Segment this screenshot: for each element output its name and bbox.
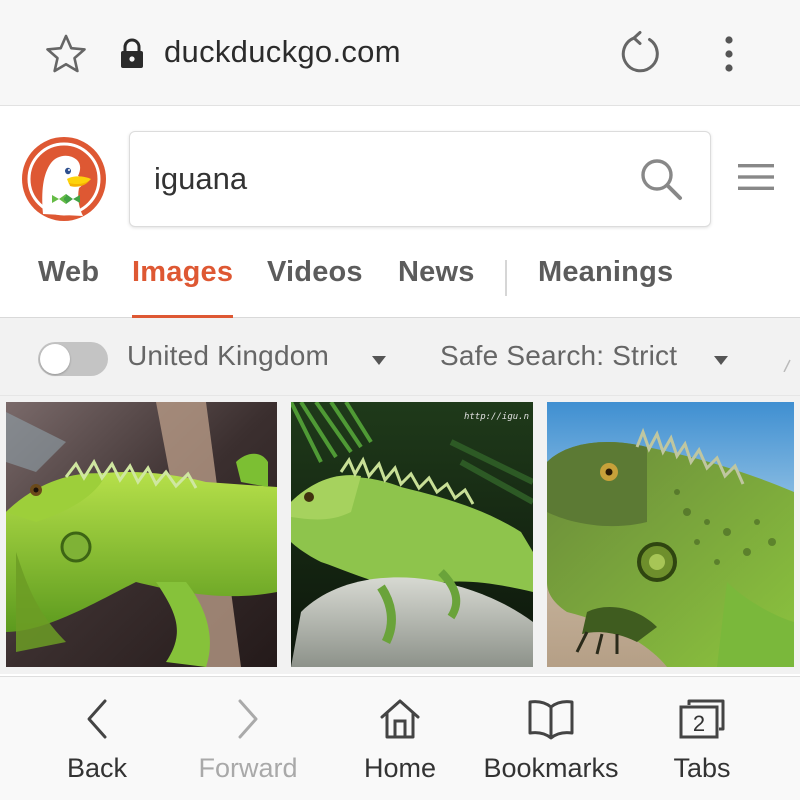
kebab-menu-icon[interactable]: [712, 32, 746, 76]
chevron-down-icon[interactable]: [372, 356, 386, 365]
tabs-icon: 2: [679, 699, 725, 739]
tab-divider: [505, 260, 507, 296]
forward-button[interactable]: Forward: [173, 677, 323, 800]
more-filters-icon[interactable]: [782, 358, 794, 373]
filter-bar: United Kingdom Safe Search: Strict: [0, 318, 800, 396]
search-box: [129, 131, 711, 227]
chevron-down-icon[interactable]: [714, 356, 728, 365]
tab-videos-label: Videos: [267, 256, 363, 288]
browser-address-bar: duckduckgo.com: [0, 0, 800, 106]
back-button[interactable]: Back: [22, 677, 172, 800]
region-dropdown[interactable]: United Kingdom: [127, 340, 329, 372]
tab-meanings-label: Meanings: [538, 256, 674, 288]
search-header: Web Images Videos News Meanings: [0, 106, 800, 318]
bookmarks-label: Bookmarks: [483, 753, 619, 783]
duckduckgo-logo[interactable]: [21, 136, 107, 222]
safe-search-dropdown[interactable]: Safe Search: Strict: [440, 340, 677, 372]
back-arrow-icon: [87, 699, 107, 739]
url-text[interactable]: duckduckgo.com: [164, 34, 401, 70]
image-watermark: http://igu.n: [463, 412, 529, 422]
back-label: Back: [66, 753, 128, 783]
tab-news[interactable]: News: [398, 256, 475, 318]
bookmarks-button[interactable]: Bookmarks: [476, 677, 626, 800]
bottom-navigation-bar: Back Forward Home Bookmarks 2 Tabs: [0, 676, 800, 800]
tab-images[interactable]: Images: [132, 256, 234, 318]
search-icon[interactable]: [638, 156, 684, 202]
tabs-button[interactable]: 2 Tabs: [627, 677, 777, 800]
image-result-2[interactable]: http://igu.n: [291, 402, 533, 667]
image-result-3[interactable]: [547, 402, 794, 667]
bookmarks-book-icon: [528, 700, 574, 740]
tab-news-label: News: [398, 256, 475, 288]
toggle-knob: [40, 344, 70, 374]
tab-web[interactable]: Web: [38, 256, 99, 318]
iguana-image: [547, 402, 794, 667]
home-icon: [380, 699, 420, 739]
image-results-grid: http://igu.n: [0, 396, 800, 674]
search-type-tabs: Web Images Videos News Meanings: [0, 246, 800, 318]
hamburger-menu-icon[interactable]: [736, 160, 776, 194]
lock-icon: [118, 38, 146, 70]
forward-label: Forward: [198, 753, 298, 783]
iguana-image: [291, 402, 533, 667]
tabs-label: Tabs: [673, 753, 731, 783]
tab-count: 2: [693, 711, 705, 736]
reload-icon[interactable]: [616, 30, 664, 78]
iguana-image: [6, 402, 277, 667]
home-label: Home: [363, 753, 437, 783]
star-icon[interactable]: [44, 32, 88, 76]
tab-videos[interactable]: Videos: [267, 256, 363, 318]
search-input[interactable]: [154, 154, 624, 204]
tab-meanings[interactable]: Meanings: [538, 256, 673, 318]
image-result-1[interactable]: [6, 402, 277, 667]
tab-web-label: Web: [38, 256, 100, 288]
forward-arrow-icon: [238, 699, 258, 739]
tab-images-label: Images: [132, 256, 234, 288]
home-button[interactable]: Home: [325, 677, 475, 800]
region-toggle[interactable]: [38, 342, 108, 376]
